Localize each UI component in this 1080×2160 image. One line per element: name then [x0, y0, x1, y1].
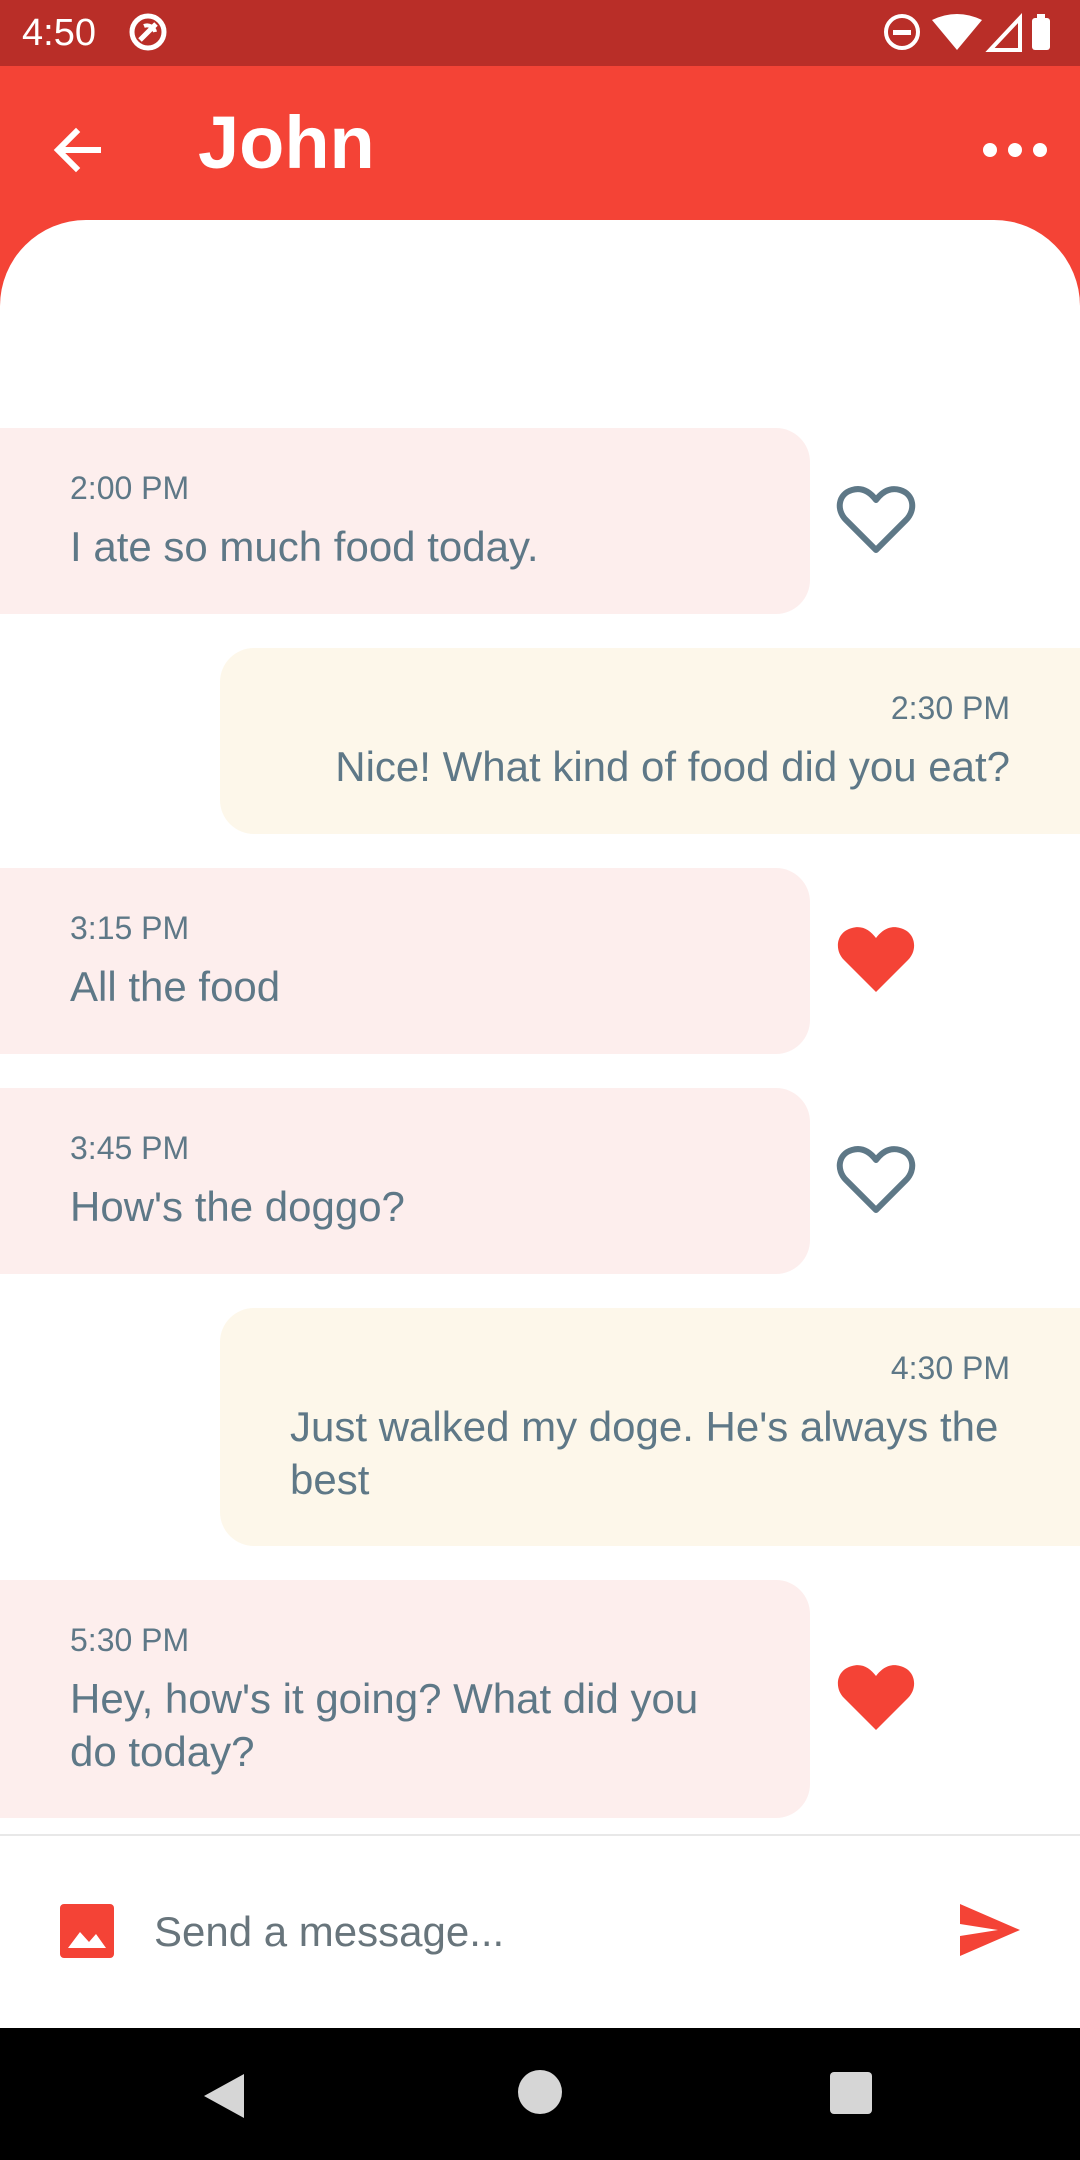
message-outgoing: 4:30 PM Just walked my doge. He's always… — [220, 1308, 1080, 1546]
status-bar: 4:50 — [0, 0, 1080, 66]
message-text: Just walked my doge. He's always the bes… — [290, 1403, 999, 1503]
message-time: 5:30 PM — [70, 1622, 190, 1658]
page-title: John — [198, 101, 375, 184]
message-outgoing: 2:30 PM Nice! What kind of food did you … — [220, 648, 1080, 834]
message-text: All the food — [70, 963, 281, 1010]
message-text: How's the doggo? — [70, 1183, 405, 1230]
message-text: I ate so much food today. — [70, 523, 539, 570]
message-composer — [0, 1836, 1080, 2028]
signal-icon — [985, 12, 1022, 52]
heart-filled-icon[interactable] — [836, 1662, 916, 1734]
message-text: Nice! What kind of food did you eat? — [335, 743, 1010, 790]
message-incoming: 3:45 PM How's the doggo? — [0, 1088, 810, 1274]
message-time: 3:15 PM — [70, 910, 190, 946]
wifi-icon — [932, 14, 982, 50]
message-incoming: 2:00 PM I ate so much food today. — [0, 428, 810, 614]
back-arrow-icon[interactable] — [48, 120, 108, 180]
heart-outline-icon[interactable] — [836, 484, 916, 556]
nav-recents-icon[interactable] — [830, 2072, 872, 2114]
battery-icon — [1032, 18, 1050, 50]
do-not-disturb-icon — [884, 14, 920, 50]
message-time: 3:45 PM — [70, 1130, 190, 1166]
nav-home-icon[interactable] — [518, 2070, 562, 2114]
heart-outline-icon[interactable] — [836, 1144, 916, 1216]
message-incoming: 3:15 PM All the food — [0, 868, 810, 1054]
nav-back-icon[interactable] — [200, 2072, 248, 2120]
send-icon[interactable] — [958, 1902, 1022, 1958]
status-time: 4:50 — [22, 12, 96, 54]
image-icon[interactable] — [60, 1904, 114, 1958]
app-notification-icon — [129, 13, 167, 51]
message-time: 2:30 PM — [890, 690, 1010, 726]
more-options-icon[interactable] — [980, 120, 1050, 180]
message-time: 2:00 PM — [70, 470, 190, 506]
status-icons — [884, 12, 1050, 52]
message-incoming: 5:30 PM Hey, how's it going? What did yo… — [0, 1580, 810, 1818]
heart-filled-icon[interactable] — [836, 924, 916, 996]
message-time: 4:30 PM — [890, 1350, 1010, 1386]
system-nav-bar — [0, 2028, 1080, 2160]
message-text: Hey, how's it going? What did you do tod… — [70, 1675, 699, 1775]
message-input[interactable] — [152, 1896, 916, 1968]
